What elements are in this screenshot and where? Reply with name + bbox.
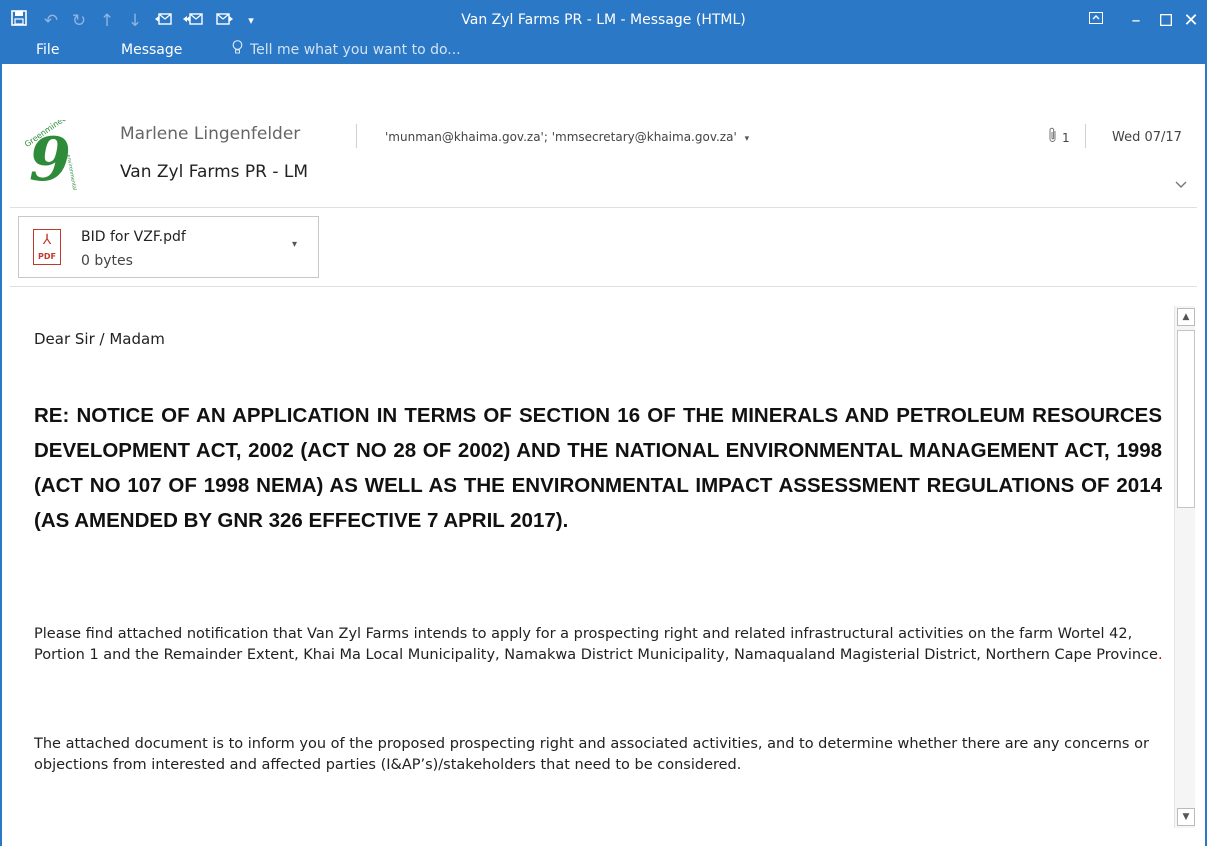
close-button[interactable]: ✕ [1178, 8, 1204, 34]
recipients-dropdown-icon[interactable]: ▾ [745, 134, 750, 144]
body-paragraph-2: The attached document is to inform you o… [34, 736, 1149, 773]
recipients-text: 'munman@khaima.gov.za'; 'mmsecretary@kha… [385, 130, 737, 144]
attachment-divider-line [10, 286, 1197, 287]
attachment-name: BID for VZF.pdf [81, 229, 186, 245]
title-bar: ↶ ↻ ↑ ↓ ▾ Van Zyl Farms PR - LM - Messag… [0, 0, 1207, 64]
message-subject: Van Zyl Farms PR - LM [120, 162, 309, 182]
paperclip-icon [1048, 127, 1058, 147]
undo-icon[interactable]: ↶ [40, 10, 62, 32]
customize-icon[interactable]: ▾ [240, 10, 262, 32]
minimize-button[interactable]: – [1123, 8, 1149, 34]
sender-avatar: 9 Greenmined environmental [14, 113, 86, 195]
reply-icon[interactable] [152, 10, 174, 32]
body-paragraph-1-end: . [1157, 647, 1163, 663]
vertical-scrollbar[interactable]: ▲ ▼ [1174, 306, 1195, 828]
lightbulb-icon [232, 40, 246, 60]
salutation: Dear Sir / Madam [34, 330, 165, 348]
sender-name[interactable]: Marlene Lingenfelder [120, 124, 300, 144]
header-divider-2 [1085, 124, 1086, 148]
attachment-size: 0 bytes [81, 253, 133, 269]
recipients[interactable]: 'munman@khaima.gov.za'; 'mmsecretary@kha… [385, 130, 749, 144]
tell-me-text: Tell me what you want to do... [250, 42, 461, 58]
maximize-button[interactable] [1153, 8, 1179, 34]
forward-icon[interactable] [214, 10, 236, 32]
attachment-card[interactable]: ⅄ PDF BID for VZF.pdf 0 bytes ▾ [18, 216, 319, 278]
scroll-up-button[interactable]: ▲ [1177, 308, 1195, 326]
chevron-down-icon[interactable] [1174, 176, 1188, 194]
re-heading: RE: NOTICE OF AN APPLICATION IN TERMS OF… [34, 404, 1162, 532]
header-divider-line [10, 207, 1197, 208]
pdf-file-icon: ⅄ PDF [33, 229, 61, 265]
pdf-label: PDF [38, 252, 56, 261]
scrollbar-thumb[interactable] [1177, 330, 1195, 508]
body-paragraph-1-text: Please find attached notification that V… [34, 626, 1158, 663]
tell-me-search[interactable]: Tell me what you want to do... [232, 40, 461, 60]
scroll-down-button[interactable]: ▼ [1177, 808, 1195, 826]
ribbon-display-options-button[interactable] [1083, 8, 1109, 34]
up-arrow-icon[interactable]: ↑ [96, 10, 118, 32]
body-paragraph-1: Please find attached notification that V… [34, 624, 1164, 666]
down-arrow-icon[interactable]: ↓ [124, 10, 146, 32]
redo-icon[interactable]: ↻ [68, 10, 90, 32]
reply-all-icon[interactable] [182, 10, 204, 32]
menu-file[interactable]: File [36, 40, 59, 60]
save-icon[interactable] [8, 10, 30, 32]
message-date: Wed 07/17 [1112, 130, 1182, 145]
window-frame-left [0, 64, 2, 846]
attachment-count: 1 [1062, 131, 1070, 145]
attachment-dropdown-icon[interactable]: ▾ [292, 239, 297, 250]
header-divider [356, 124, 357, 148]
menu-message[interactable]: Message [121, 40, 182, 60]
